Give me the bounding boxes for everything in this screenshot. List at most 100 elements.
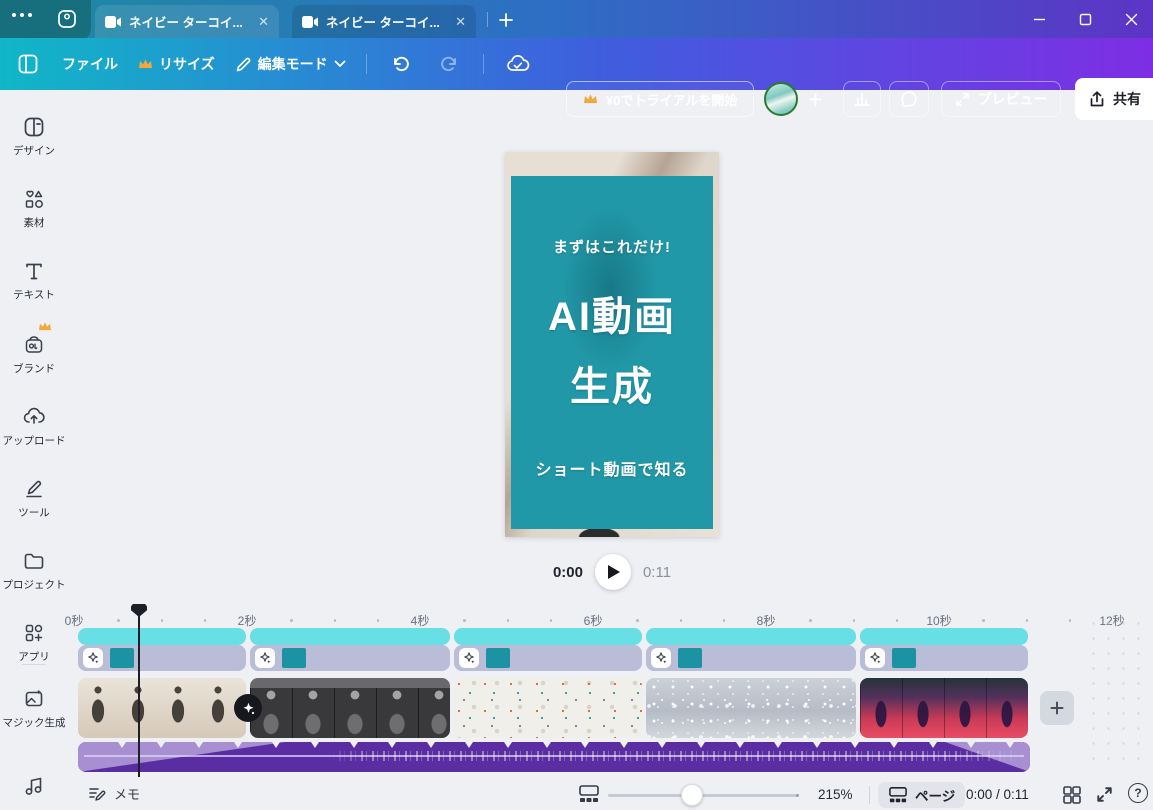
audio-clip[interactable] (78, 742, 1030, 772)
ruler-label: 8秒 (744, 612, 788, 629)
video-clip-silhouette[interactable] (860, 678, 1028, 738)
cyan-track-segment-2[interactable] (250, 628, 450, 645)
panel-toggle-button[interactable] (14, 50, 42, 78)
cyan-track-segment-3[interactable] (454, 628, 642, 645)
text-clip-thumbnail (486, 648, 510, 668)
zoom-slider-track[interactable] (608, 794, 798, 797)
sidebar-item-apps[interactable]: アプリ (0, 621, 68, 679)
overlay-text-title-2[interactable]: 生成 (511, 354, 713, 412)
avatar[interactable] (764, 82, 798, 116)
tools-icon (22, 477, 46, 501)
trial-button[interactable]: ¥0でトライアルを開始 (566, 81, 754, 117)
playhead-line[interactable] (138, 616, 140, 777)
preview-button[interactable]: プレビュー (941, 81, 1061, 117)
sidebar-item-label: プロジェクト (3, 577, 66, 592)
document-tab-1[interactable]: ネイビー ターコイ... ✕ (95, 5, 279, 38)
sidebar-item-tools[interactable]: ツール (0, 477, 68, 535)
speech-bubble-icon (900, 90, 918, 108)
timeline-toggle-button[interactable] (578, 784, 600, 804)
share-label: 共有 (1113, 89, 1141, 109)
sidebar-item-label: アプリ (18, 649, 50, 664)
projects-icon (22, 549, 46, 573)
text-clip-1[interactable] (78, 645, 246, 671)
fullscreen-button[interactable] (1096, 786, 1113, 803)
sidebar-item-projects[interactable]: プロジェクト (0, 549, 68, 607)
add-scene-button[interactable] (1040, 691, 1074, 725)
redo-button[interactable] (435, 50, 463, 78)
new-tab-button[interactable] (496, 10, 516, 30)
text-clip-3[interactable] (454, 645, 642, 671)
insights-button[interactable] (843, 81, 881, 117)
canvas-page[interactable]: まずはこれだけ! AI動画 生成 ショート動画で知る (505, 152, 719, 537)
sidebar-item-magic-generate[interactable]: マジック生成 (0, 687, 68, 745)
notes-button[interactable]: メモ (88, 784, 140, 803)
total-time: 0:11 (643, 564, 671, 581)
play-button[interactable] (595, 554, 631, 590)
toolbar-divider (483, 54, 484, 74)
video-clip-robot-face[interactable] (250, 678, 450, 738)
document-tab-2[interactable]: ネイビー ターコイ... ✕ (292, 5, 476, 38)
grid-view-button[interactable] (1062, 785, 1082, 805)
ruler-label: 4秒 (398, 612, 442, 629)
maximize-button[interactable] (1077, 11, 1093, 27)
add-member-button[interactable] (801, 85, 829, 113)
play-icon (608, 565, 620, 579)
share-button[interactable]: 共有 (1075, 78, 1153, 120)
resize-label: リサイズ (159, 54, 215, 74)
trial-label: ¥0でトライアルを開始 (606, 90, 737, 109)
sidebar-item-design[interactable]: デザイン (0, 115, 68, 173)
text-clip-5[interactable] (860, 645, 1028, 671)
edit-mode-label: 編集モード (258, 54, 328, 74)
magic-generate-icon (22, 687, 46, 711)
help-button[interactable]: ? (1128, 783, 1148, 803)
close-button[interactable] (1123, 11, 1139, 27)
sidebar-item-elements[interactable]: 素材 (0, 187, 68, 245)
sidebar-item-text[interactable]: テキスト (0, 259, 68, 317)
zoom-slider-thumb[interactable] (681, 784, 703, 806)
preview-label: プレビュー (978, 89, 1048, 109)
overlay-text-title-1[interactable]: AI動画 (511, 284, 713, 342)
magic-animate-icon (459, 648, 479, 668)
text-clip-4[interactable] (646, 645, 856, 671)
tab-close-icon[interactable]: ✕ (455, 14, 466, 30)
notes-label: メモ (114, 784, 140, 803)
text-clip-thumbnail (110, 648, 134, 668)
minimize-button[interactable] (1031, 11, 1047, 27)
magic-animate-icon (255, 648, 275, 668)
tab-close-icon[interactable]: ✕ (258, 14, 269, 30)
page-view-icon (888, 786, 908, 804)
cyan-track-segment-5[interactable] (860, 628, 1028, 645)
cyan-track-segment-1[interactable] (78, 628, 246, 645)
overlay-text-bottom[interactable]: ショート動画で知る (511, 456, 713, 480)
bar-chart-icon (853, 91, 871, 107)
video-clip-robot-standing[interactable] (78, 678, 246, 738)
sidebar-item-label: ブランド (13, 361, 55, 376)
page-view-button[interactable]: ページ (878, 782, 965, 808)
brand-icon (22, 333, 46, 357)
sidebar-item-uploads[interactable]: アップロード (0, 405, 68, 463)
cloud-saved-icon (504, 50, 532, 78)
sidebar-divider (22, 664, 46, 665)
edit-mode-button[interactable]: 編集モード (235, 54, 346, 74)
zoom-slider[interactable] (608, 780, 804, 810)
video-clip-confetti[interactable] (454, 678, 642, 738)
sidebar-item-brand[interactable]: ブランド (0, 333, 68, 391)
overflow-menu-icon[interactable] (12, 13, 32, 17)
tab-divider (487, 12, 488, 27)
playhead-handle[interactable] (131, 604, 147, 617)
cyan-track-segment-4[interactable] (646, 628, 856, 645)
home-button[interactable] (50, 4, 84, 34)
overlay-text-top[interactable]: まずはこれだけ! (511, 236, 713, 257)
teal-overlay-element[interactable]: まずはこれだけ! AI動画 生成 ショート動画で知る (511, 176, 713, 529)
ruler-label: 10秒 (917, 612, 961, 629)
window-controls (1031, 0, 1145, 38)
file-menu-button[interactable]: ファイル (62, 54, 118, 74)
magic-animate-icon (865, 648, 885, 668)
text-clip-2[interactable] (250, 645, 450, 671)
undo-button[interactable] (387, 50, 415, 78)
video-clip-glitter[interactable] (646, 678, 856, 738)
resize-button[interactable]: リサイズ (138, 54, 215, 74)
comments-button[interactable] (889, 81, 929, 117)
file-menu-label: ファイル (62, 54, 118, 74)
transition-button[interactable] (234, 694, 262, 722)
